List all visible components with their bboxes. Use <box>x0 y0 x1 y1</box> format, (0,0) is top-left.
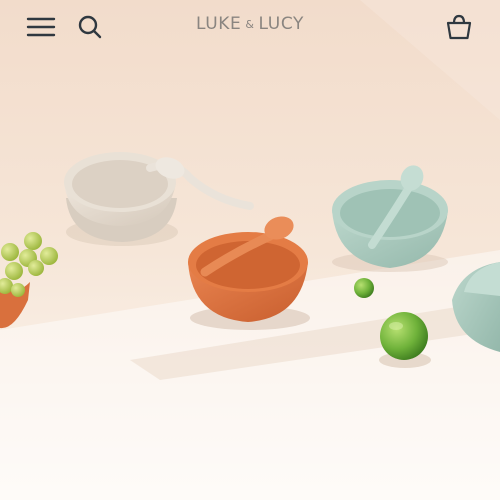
brand-ampersand: & <box>245 18 255 31</box>
brand-word-luke: LUKE <box>196 14 242 34</box>
hero-image <box>0 0 500 500</box>
product-hero-page: LUKE & LUCY <box>0 0 500 500</box>
shopping-basket-icon[interactable] <box>442 10 476 44</box>
small-lime <box>354 278 374 298</box>
brand-logo[interactable]: LUKE & LUCY <box>150 14 350 34</box>
search-icon[interactable] <box>73 10 107 44</box>
hamburger-menu-icon[interactable] <box>24 10 58 44</box>
site-header: LUKE & LUCY <box>0 0 500 56</box>
brand-word-lucy: LUCY <box>258 14 304 34</box>
